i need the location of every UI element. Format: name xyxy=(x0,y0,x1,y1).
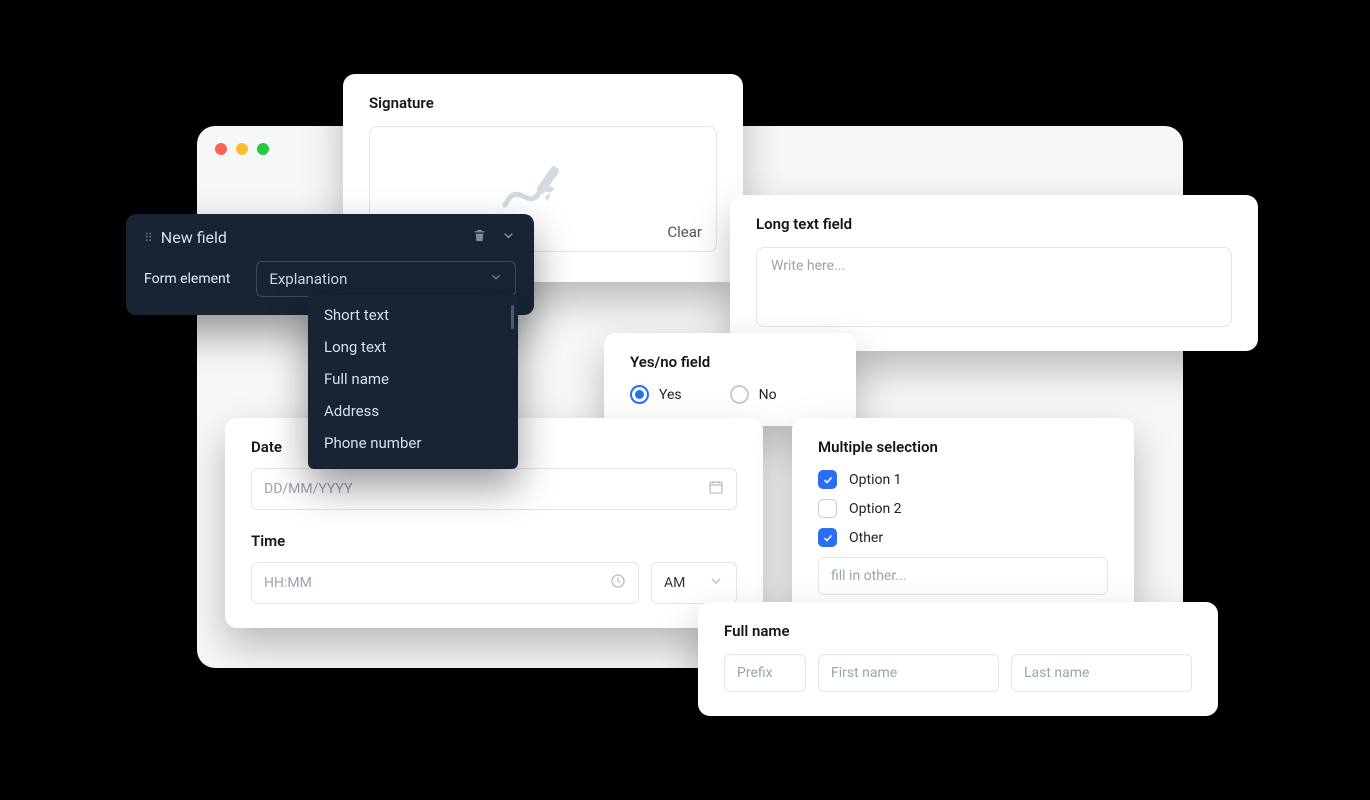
yes-no-card: Yes/no field Yes No xyxy=(604,333,856,426)
form-element-label: Form element xyxy=(144,271,230,287)
checkbox-icon xyxy=(818,528,837,547)
checkbox-other-label: Other xyxy=(849,530,883,546)
form-element-selected: Explanation xyxy=(269,270,347,288)
time-placeholder: HH:MM xyxy=(264,575,312,591)
signature-icon xyxy=(495,159,591,219)
checkbox-other[interactable]: Other xyxy=(818,528,1108,547)
radio-no[interactable]: No xyxy=(730,385,777,404)
first-name-placeholder: First name xyxy=(831,665,897,681)
multiple-selection-title: Multiple selection xyxy=(818,438,1108,456)
maximize-window-button[interactable] xyxy=(257,143,269,155)
form-element-select[interactable]: Explanation xyxy=(256,261,516,297)
other-text-input[interactable]: fill in other... xyxy=(818,557,1108,595)
dropdown-option-long-text[interactable]: Long text xyxy=(308,331,518,363)
long-text-placeholder: Write here... xyxy=(771,258,845,274)
signature-title: Signature xyxy=(369,94,717,112)
prefix-placeholder: Prefix xyxy=(737,665,773,681)
form-element-dropdown: Short text Long text Full name Address P… xyxy=(308,295,518,469)
checkbox-icon xyxy=(818,499,837,518)
minimize-window-button[interactable] xyxy=(236,143,248,155)
other-placeholder: fill in other... xyxy=(831,568,906,584)
new-field-title: New field xyxy=(161,228,462,247)
time-input[interactable]: HH:MM xyxy=(251,562,639,604)
long-text-input[interactable]: Write here... xyxy=(756,247,1232,327)
full-name-title: Full name xyxy=(724,622,1192,640)
window-controls xyxy=(215,143,269,155)
calendar-icon xyxy=(708,479,724,499)
clock-icon xyxy=(610,573,626,593)
radio-no-label: No xyxy=(759,387,777,403)
trash-icon[interactable] xyxy=(472,228,487,247)
date-placeholder: DD/MM/YYYY xyxy=(264,481,352,497)
chevron-down-icon[interactable] xyxy=(501,228,516,247)
checkbox-option-2-label: Option 2 xyxy=(849,501,902,517)
time-label: Time xyxy=(251,532,737,550)
dropdown-option-address[interactable]: Address xyxy=(308,395,518,427)
checkbox-option-1-label: Option 1 xyxy=(849,472,902,488)
prefix-input[interactable]: Prefix xyxy=(724,654,806,692)
ampm-value: AM xyxy=(664,575,685,591)
long-text-title: Long text field xyxy=(756,215,1232,233)
last-name-input[interactable]: Last name xyxy=(1011,654,1192,692)
scrollbar-thumb[interactable] xyxy=(511,305,514,329)
last-name-placeholder: Last name xyxy=(1024,665,1089,681)
yes-no-title: Yes/no field xyxy=(630,353,830,371)
chevron-down-icon xyxy=(708,573,724,593)
signature-clear-button[interactable]: Clear xyxy=(667,223,702,241)
dropdown-option-phone-number[interactable]: Phone number xyxy=(308,427,518,459)
first-name-input[interactable]: First name xyxy=(818,654,999,692)
date-input[interactable]: DD/MM/YYYY xyxy=(251,468,737,510)
radio-yes-label: Yes xyxy=(659,387,682,403)
checkbox-option-2[interactable]: Option 2 xyxy=(818,499,1108,518)
checkbox-icon xyxy=(818,470,837,489)
dropdown-option-full-name[interactable]: Full name xyxy=(308,363,518,395)
chevron-down-icon xyxy=(489,270,503,288)
multiple-selection-card: Multiple selection Option 1 Option 2 Oth… xyxy=(792,418,1134,619)
long-text-card: Long text field Write here... xyxy=(730,195,1258,351)
ampm-select[interactable]: AM xyxy=(651,562,737,604)
radio-yes[interactable]: Yes xyxy=(630,385,682,404)
full-name-card: Full name Prefix First name Last name xyxy=(698,602,1218,716)
dropdown-option-short-text[interactable]: Short text xyxy=(308,299,518,331)
close-window-button[interactable] xyxy=(215,143,227,155)
drag-handle-icon[interactable]: ⠿ xyxy=(144,231,151,245)
checkbox-option-1[interactable]: Option 1 xyxy=(818,470,1108,489)
